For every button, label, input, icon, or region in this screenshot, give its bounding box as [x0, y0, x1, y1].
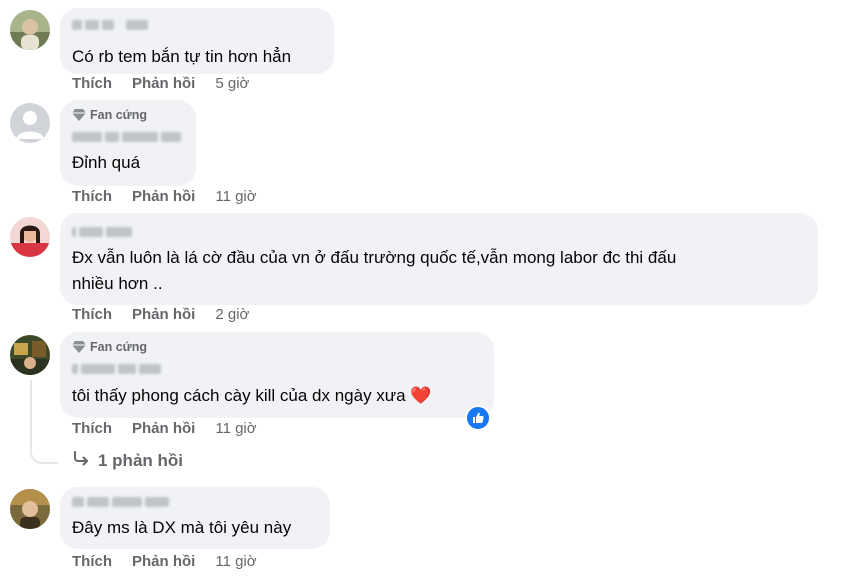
reply-arrow-icon — [72, 450, 90, 471]
author-name-blurred[interactable] — [72, 362, 161, 376]
comment-bubble: Đx vẫn luôn là lá cờ đầu của vn ở đấu tr… — [60, 213, 818, 305]
reply-button[interactable]: Phản hồi — [132, 306, 195, 323]
timestamp[interactable]: 11 giờ — [215, 553, 256, 570]
reply-button[interactable]: Phản hồi — [132, 75, 195, 92]
comment-text: Đỉnh quá — [72, 153, 141, 172]
timestamp[interactable]: 2 giờ — [215, 306, 249, 323]
view-replies-link[interactable]: 1 phản hồi — [72, 450, 183, 471]
like-button[interactable]: Thích — [72, 306, 112, 323]
comment-bubble: Đây ms là DX mà tôi yêu này — [60, 487, 330, 549]
author-name-blurred[interactable] — [72, 225, 132, 239]
comment-text: Đây ms là DX mà tôi yêu này — [72, 518, 292, 537]
badge-label: Fan cứng — [90, 108, 147, 122]
like-button[interactable]: Thích — [72, 553, 112, 570]
diamond-icon — [72, 341, 86, 353]
avatar[interactable] — [10, 335, 50, 375]
avatar[interactable] — [10, 489, 50, 529]
comment-actions: Thích Phản hồi 11 giờ — [72, 188, 257, 205]
avatar[interactable] — [10, 217, 50, 257]
thread-connector — [30, 442, 58, 464]
author-name-blurred[interactable] — [72, 18, 148, 32]
avatar[interactable] — [10, 10, 50, 50]
comment-bubble: Có rb tem bắn tự tin hơn hẳn — [60, 8, 334, 74]
comment-actions: Thích Phản hồi 11 giờ — [72, 420, 257, 437]
comment-bubble: Fan cứng tôi thấy phong cách cày kill củ… — [60, 332, 494, 418]
comment-actions: Thích Phản hồi 2 giờ — [72, 306, 249, 323]
reply-button[interactable]: Phản hồi — [132, 420, 195, 437]
author-name-blurred[interactable] — [72, 130, 181, 144]
comment-bubble: Fan cứng Đỉnh quá — [60, 100, 196, 186]
reply-button[interactable]: Phản hồi — [132, 188, 195, 205]
reply-button[interactable]: Phản hồi — [132, 553, 195, 570]
comment-text-line-1: Đx vẫn luôn là lá cờ đầu của vn ở đấu tr… — [72, 248, 677, 267]
comment-text: tôi thấy phong cách cày kill của dx ngày… — [72, 386, 432, 405]
view-replies-label[interactable]: 1 phản hồi — [98, 451, 183, 471]
author-name-blurred[interactable] — [72, 495, 169, 509]
like-reaction-icon[interactable] — [465, 405, 491, 431]
timestamp[interactable]: 11 giờ — [215, 420, 256, 437]
comment-text-line-2: nhiều hơn .. — [72, 274, 163, 293]
timestamp[interactable]: 11 giờ — [215, 188, 256, 205]
like-button[interactable]: Thích — [72, 75, 112, 92]
avatar[interactable] — [10, 103, 50, 143]
comment-actions: Thích Phản hồi 5 giờ — [72, 75, 249, 92]
badge-label: Fan cứng — [90, 340, 147, 354]
fan-badge: Fan cứng — [72, 340, 147, 354]
comment-text: Có rb tem bắn tự tin hơn hẳn — [72, 47, 292, 66]
fan-badge: Fan cứng — [72, 108, 147, 122]
like-button[interactable]: Thích — [72, 188, 112, 205]
diamond-icon — [72, 109, 86, 121]
thread-line — [30, 380, 32, 444]
timestamp[interactable]: 5 giờ — [215, 75, 249, 92]
like-button[interactable]: Thích — [72, 420, 112, 437]
comment-actions: Thích Phản hồi 11 giờ — [72, 553, 257, 570]
